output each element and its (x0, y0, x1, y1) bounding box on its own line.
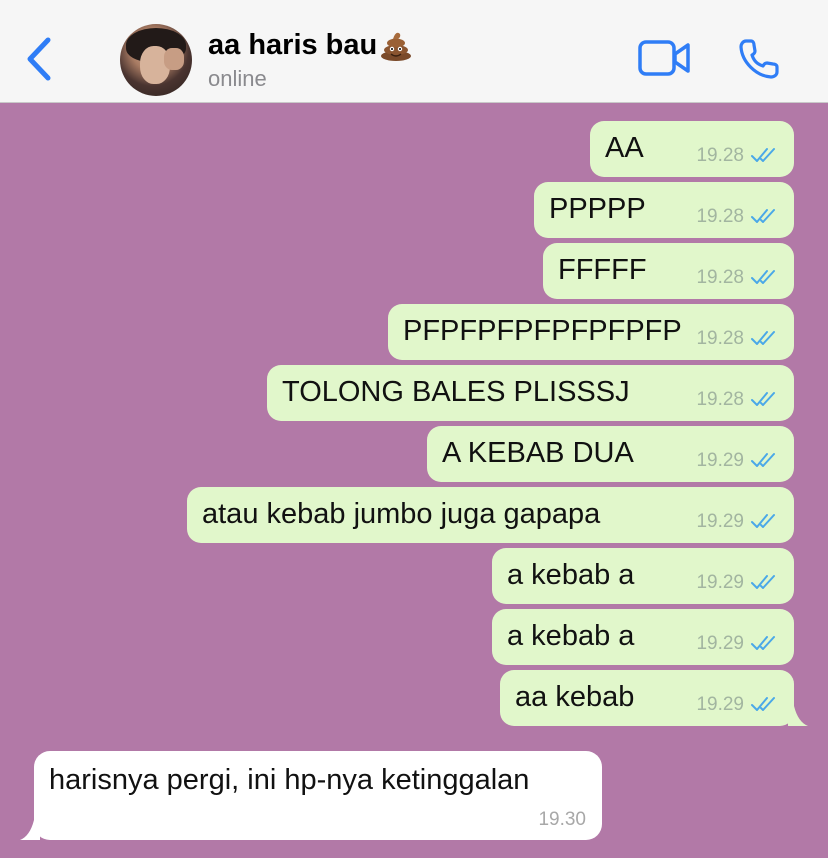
outgoing-message-bubble[interactable]: AA 19.28 (590, 121, 794, 177)
outgoing-message-text: a kebab a (507, 559, 635, 591)
outgoing-message-text: FFFFF (558, 254, 647, 286)
outgoing-message-text: aa kebab (515, 681, 635, 713)
outgoing-message-time: 19.29 (696, 511, 744, 532)
contact-name-text: aa haris bau (208, 28, 378, 61)
outgoing-message-text: A KEBAB DUA (442, 437, 634, 469)
outgoing-bubble-tail (788, 706, 808, 726)
outgoing-message-text: AA (605, 132, 644, 164)
outgoing-message-time: 19.29 (696, 633, 744, 654)
read-double-check-icon (751, 392, 775, 406)
outgoing-message-text: PPPPP (549, 193, 646, 225)
incoming-message-time: 19.30 (538, 809, 586, 830)
read-double-check-icon (751, 331, 775, 345)
incoming-message-bubble[interactable]: harisnya pergi, ini hp-nya ketinggalan 1… (20, 751, 602, 840)
outgoing-message-bubble[interactable]: atau kebab jumbo juga gapapa 19.29 (187, 487, 794, 543)
read-double-check-icon (751, 575, 775, 589)
contact-avatar[interactable] (120, 24, 192, 96)
outgoing-message-time: 19.29 (696, 572, 744, 593)
read-double-check-icon (751, 270, 775, 284)
outgoing-message-time: 19.29 (696, 450, 744, 471)
back-chevron-icon[interactable] (22, 36, 56, 82)
read-double-check-icon (751, 148, 775, 162)
outgoing-message-time: 19.29 (696, 694, 744, 715)
read-double-check-icon (751, 453, 775, 467)
read-double-check-icon (751, 636, 775, 650)
outgoing-message-bubble[interactable]: FFFFF 19.28 (543, 243, 794, 299)
outgoing-message-text: atau kebab jumbo juga gapapa (202, 498, 601, 530)
outgoing-message-text: PFPFPFPFPFPFPFP (403, 315, 682, 347)
outgoing-message-bubble[interactable]: a kebab a 19.29 (492, 548, 794, 604)
incoming-message-text: harisnya pergi, ini hp-nya ketinggalan (49, 764, 530, 796)
outgoing-message-time: 19.28 (696, 389, 744, 410)
video-call-icon[interactable] (637, 38, 691, 78)
outgoing-message-bubble[interactable]: TOLONG BALES PLISSSJ 19.28 (267, 365, 794, 421)
read-double-check-icon (751, 514, 775, 528)
pile-of-poo-emoji-icon (381, 32, 412, 61)
outgoing-message-time: 19.28 (696, 267, 744, 288)
outgoing-message-bubble[interactable]: a kebab a 19.29 (492, 609, 794, 665)
contact-name[interactable]: aa haris bau (208, 28, 413, 62)
outgoing-message-text: TOLONG BALES PLISSSJ (282, 376, 630, 408)
outgoing-message-bubble[interactable]: aa kebab 19.29 (500, 670, 808, 726)
phone-call-icon[interactable] (738, 38, 782, 80)
chat-header: aa haris bau online (0, 0, 828, 103)
outgoing-message-text: a kebab a (507, 620, 635, 652)
outgoing-message-time: 19.28 (696, 328, 744, 349)
outgoing-message-bubble[interactable]: A KEBAB DUA 19.29 (427, 426, 794, 482)
incoming-bubble-tail (20, 820, 40, 840)
outgoing-message-time: 19.28 (696, 145, 744, 166)
outgoing-message-bubble[interactable]: PFPFPFPFPFPFPFP 19.28 (388, 304, 794, 360)
outgoing-message-time: 19.28 (696, 206, 744, 227)
read-double-check-icon (751, 209, 775, 223)
outgoing-message-bubble[interactable]: PPPPP 19.28 (534, 182, 794, 238)
read-double-check-icon (751, 697, 775, 711)
contact-status: online (208, 66, 267, 91)
